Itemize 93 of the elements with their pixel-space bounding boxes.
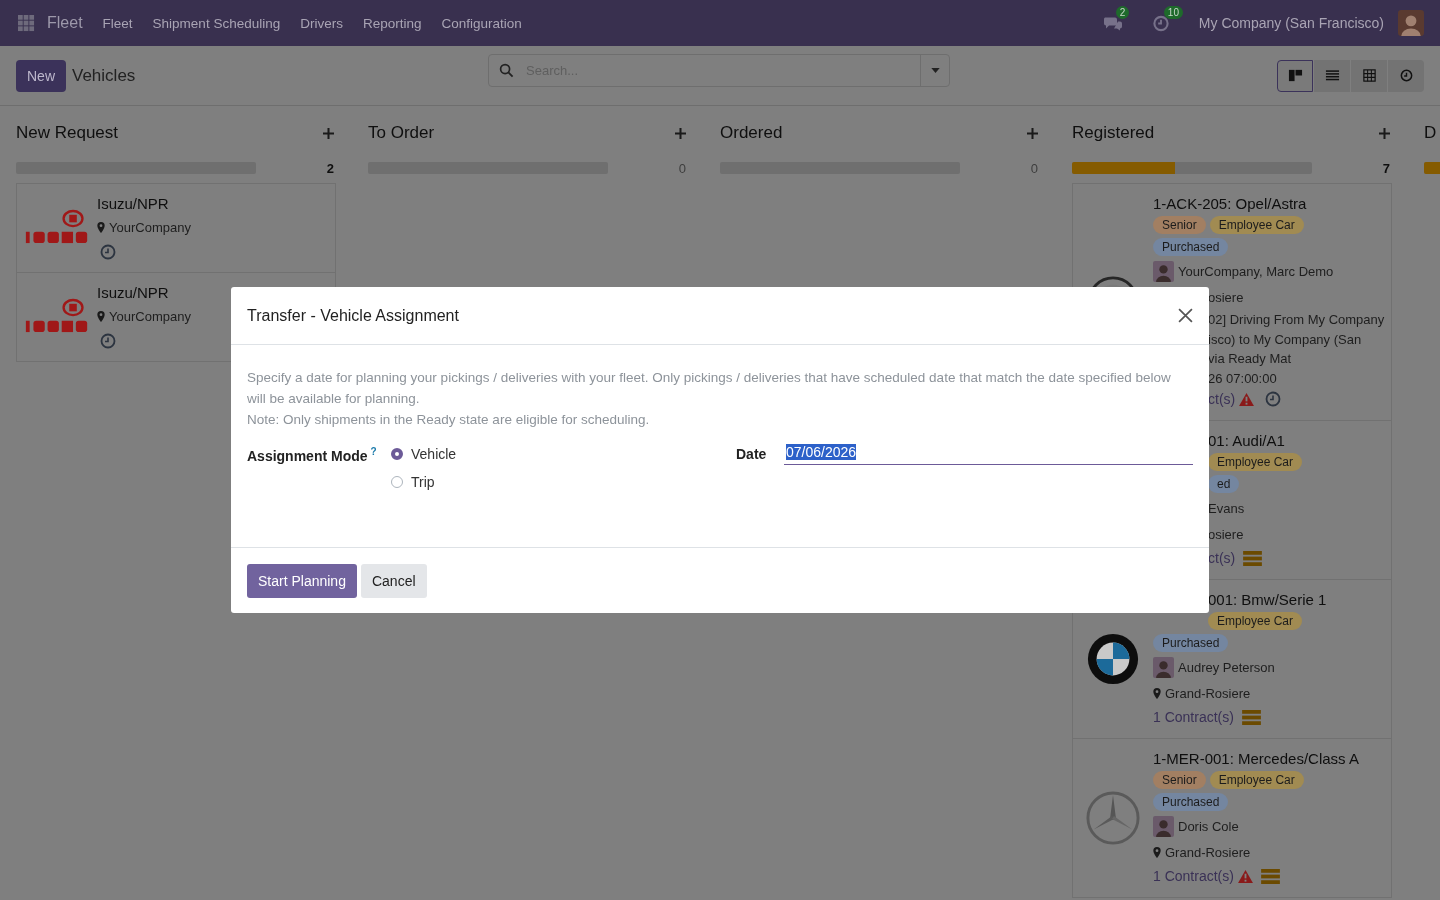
vehicle-name: 01: Audi/A1	[1208, 432, 1285, 449]
contracts-link[interactable]: 1 Contract(s)	[1153, 709, 1234, 725]
add-icon[interactable]	[1379, 127, 1390, 139]
vehicle-name: 1-MER-001: Mercedes/Class A	[1153, 750, 1359, 767]
tag: Purchased	[1153, 634, 1229, 652]
trip-info: via Ready Mat	[1208, 351, 1292, 367]
clock-icon[interactable]	[100, 333, 116, 349]
location: YourCompany	[109, 308, 191, 324]
tag: Employee Car	[1209, 771, 1304, 789]
pivot-view-button[interactable]	[1351, 59, 1387, 92]
vehicle-card[interactable]: 1-MER-001: Mercedes/Class A Senior Employee Car Purchased Doris Cole Grand-Rosiere 1 Contract(s)	[1072, 738, 1392, 898]
tag: Purchased	[1153, 238, 1229, 256]
clock-icon[interactable]	[100, 244, 116, 260]
list-icon	[1324, 68, 1340, 83]
avatar-icon	[1153, 656, 1174, 678]
tag: Senior	[1153, 216, 1206, 234]
contracts-link[interactable]: ct(s)	[1208, 391, 1236, 407]
vehicle-name: Isuzu/NPR	[97, 284, 169, 301]
help-mark[interactable]: ?	[370, 446, 377, 457]
record-count: 0	[678, 160, 687, 176]
clock-icon	[1398, 68, 1414, 83]
app-name[interactable]: Fleet	[47, 14, 83, 32]
grid-icon	[1361, 68, 1377, 83]
vehicle-name: 001: Bmw/Serie 1	[1208, 591, 1327, 608]
add-icon[interactable]	[1027, 127, 1038, 139]
menu-item[interactable]: Drivers	[300, 15, 343, 31]
location: Grand-Rosiere	[1165, 844, 1251, 860]
field-label: Date	[736, 446, 768, 464]
vehicle-name: Isuzu/NPR	[97, 195, 169, 212]
column-title: D	[1424, 123, 1437, 143]
driver-name: Audrey Peterson	[1178, 659, 1275, 675]
description-text: Note: Only shipments in the Ready state are eligible for scheduling.	[247, 411, 651, 429]
close-icon[interactable]	[1178, 308, 1193, 323]
clock-icon[interactable]	[1150, 14, 1171, 32]
map-pin-icon	[97, 221, 105, 233]
new-button[interactable]: New	[16, 59, 66, 92]
menu-item[interactable]: Reporting	[362, 15, 422, 31]
column-title: To Order	[368, 123, 435, 143]
search-icon	[499, 63, 514, 78]
activity-view-button[interactable]	[1388, 59, 1424, 92]
activity-count-badge: 10	[1163, 5, 1183, 19]
caret-icon	[930, 68, 940, 73]
column-title: Ordered	[720, 123, 783, 143]
trip-info: 26 07:00:00	[1208, 370, 1277, 386]
record-count: 7	[1382, 160, 1391, 176]
contracts-link[interactable]: ct(s)	[1208, 550, 1236, 566]
add-icon[interactable]	[323, 127, 334, 139]
tag: Employee Car	[1208, 453, 1303, 471]
radio-option[interactable]: Vehicle	[391, 446, 457, 462]
avatar-icon	[1153, 260, 1174, 282]
location: osiere	[1208, 289, 1244, 305]
list-view-button[interactable]	[1314, 59, 1350, 92]
column-title: Registered	[1072, 123, 1155, 143]
map-pin-icon	[1153, 846, 1161, 858]
contracts-link[interactable]: 1 Contract(s)	[1153, 868, 1234, 884]
tag: ed	[1208, 475, 1240, 493]
driver-name: Doris Cole	[1178, 818, 1239, 834]
apps-menu-icon[interactable]	[18, 14, 35, 32]
driver-name: Evans	[1208, 500, 1245, 516]
add-icon[interactable]	[675, 127, 686, 139]
trip-info: isco) to My Company (San	[1208, 331, 1362, 347]
kanban-icon	[1287, 68, 1303, 83]
record-count: 0	[1030, 160, 1039, 176]
map-pin-icon	[97, 310, 105, 322]
field-label: Assignment Mode	[247, 447, 368, 464]
trip-info: 02] Driving From My Company	[1208, 312, 1385, 328]
user-avatar-icon[interactable]	[1398, 10, 1424, 36]
start-planning-button[interactable]: Start Planning	[247, 563, 357, 598]
vehicle-name: 1-ACK-205: Opel/Astra	[1153, 195, 1307, 212]
company-switcher[interactable]: My Company (San Francisco)	[1198, 15, 1384, 31]
driver-name: YourCompany, Marc Demo	[1178, 263, 1334, 279]
menu-item[interactable]: Configuration	[441, 15, 522, 31]
date-field[interactable]: 07/06/2026	[784, 440, 1193, 465]
avatar-icon	[1153, 815, 1174, 837]
clock-icon[interactable]	[1265, 391, 1282, 407]
location: Grand-Rosiere	[1165, 685, 1251, 701]
tag: Senior	[1153, 771, 1206, 789]
vehicle-card[interactable]: Isuzu/NPR YourCompany	[16, 183, 336, 273]
record-count: 2	[326, 160, 335, 176]
kanban-view-button[interactable]	[1277, 59, 1313, 92]
cancel-button[interactable]: Cancel	[360, 563, 427, 598]
message-count-badge: 2	[1115, 5, 1130, 19]
menu-item[interactable]: Fleet	[102, 15, 133, 31]
page-title: Vehicles	[72, 65, 136, 86]
tag: Employee Car	[1209, 216, 1304, 234]
location: osiere	[1208, 526, 1244, 542]
menu-item[interactable]: Shipment Scheduling	[152, 15, 281, 31]
tag: Employee Car	[1208, 612, 1303, 630]
tag: Purchased	[1153, 793, 1229, 811]
location: YourCompany	[109, 219, 191, 235]
column-title: New Request	[16, 123, 119, 143]
radio-option[interactable]: Trip	[391, 474, 457, 490]
map-pin-icon	[1153, 687, 1161, 699]
